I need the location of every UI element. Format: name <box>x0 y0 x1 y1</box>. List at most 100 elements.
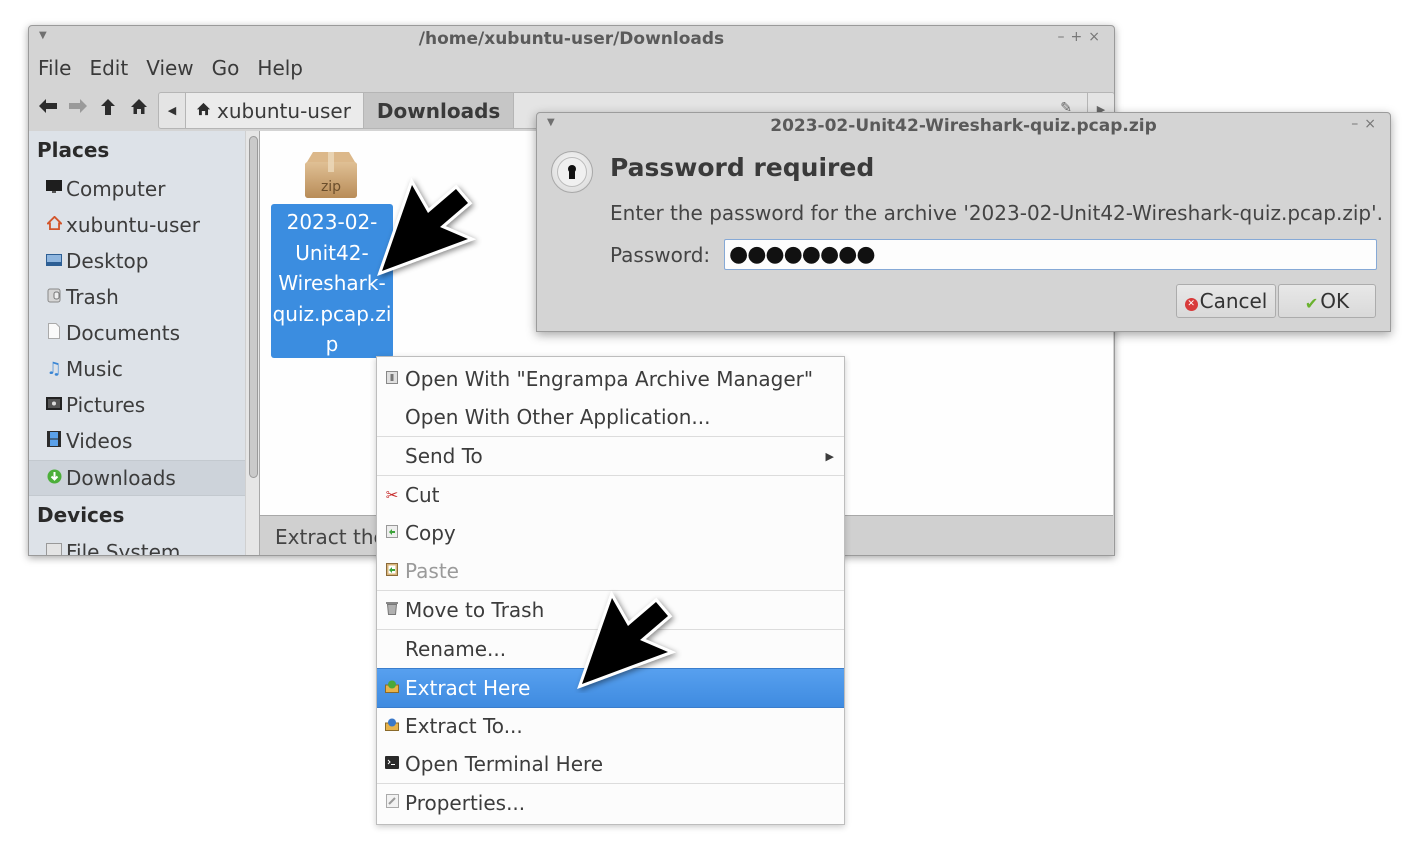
sidebar-item-file-system[interactable]: File System <box>29 535 245 555</box>
home-button[interactable] <box>130 98 148 120</box>
close-button[interactable]: × <box>1088 29 1106 45</box>
status-text: Extract the <box>275 525 386 549</box>
minimize-button[interactable]: – <box>1058 29 1071 45</box>
keyhole-icon-stem <box>569 170 575 179</box>
menu-item-label: Properties... <box>405 791 526 815</box>
copy-icon <box>384 524 400 542</box>
window-controls: –+× <box>1058 29 1106 45</box>
annotation-arrow-icon <box>577 590 677 690</box>
sidebar-item-videos[interactable]: Videos <box>29 424 245 458</box>
menu-item-properties[interactable]: Properties... <box>377 784 844 822</box>
pictures-icon <box>44 396 64 414</box>
sidebar-item-label: File System <box>66 540 181 555</box>
dialog-heading: Password required <box>610 153 875 182</box>
menu-item-open-with-other[interactable]: Open With Other Application... <box>377 398 844 436</box>
arrow-right-icon <box>69 99 87 113</box>
menu-item-label: Open With Other Application... <box>405 405 711 429</box>
sidebar-item-trash[interactable]: Trash <box>29 280 245 314</box>
arrow-up-icon <box>101 99 115 115</box>
file-name-line: p <box>325 332 339 356</box>
window-title: /home/xubuntu-user/Downloads <box>418 29 725 49</box>
password-dialog: ▼ 2023-02-Unit42-Wireshark-quiz.pcap.zip… <box>536 112 1391 332</box>
path-scroll-left-button[interactable]: ◀ <box>159 93 186 128</box>
devices-header: Devices <box>37 503 125 527</box>
sidebar-item-home[interactable]: xubuntu-user <box>29 208 245 242</box>
menu-item-extract-to[interactable]: Extract To... <box>377 707 844 745</box>
home-folder-icon <box>44 215 64 234</box>
close-button[interactable]: × <box>1364 116 1382 132</box>
terminal-icon <box>384 755 400 773</box>
sidebar-item-desktop[interactable]: Desktop <box>29 244 245 278</box>
menu-item-label: Move to Trash <box>405 598 545 622</box>
dialog-title: 2023-02-Unit42-Wireshark-quiz.pcap.zip <box>770 116 1157 136</box>
sidebar: Places Computer xubuntu-user Desktop Tra… <box>29 131 245 555</box>
extract-icon <box>384 680 400 697</box>
menu-item-label: Rename... <box>405 637 507 661</box>
maximize-button[interactable]: + <box>1071 29 1089 45</box>
sidebar-item-downloads[interactable]: Downloads <box>29 460 245 496</box>
minimize-button[interactable]: – <box>1351 116 1364 132</box>
menu-item-send-to[interactable]: Send To ▶ <box>377 437 844 475</box>
menu-view[interactable]: View <box>137 54 202 84</box>
up-button[interactable] <box>100 98 116 121</box>
menu-item-paste[interactable]: Paste <box>377 552 844 590</box>
breadcrumb-current[interactable]: Downloads <box>363 93 515 128</box>
places-header: Places <box>37 138 110 162</box>
sidebar-scrollbar-thumb[interactable] <box>249 136 258 478</box>
menu-edit[interactable]: Edit <box>80 54 137 84</box>
downloads-icon <box>44 469 64 488</box>
music-icon: ♫ <box>46 359 62 379</box>
breadcrumb-home-label: xubuntu-user <box>217 98 351 123</box>
menu-item-copy[interactable]: Copy <box>377 514 844 552</box>
videos-icon <box>44 431 64 451</box>
back-button[interactable] <box>38 98 58 119</box>
document-icon <box>44 323 64 343</box>
sidebar-item-label: Documents <box>66 321 181 345</box>
drive-icon <box>44 543 64 555</box>
password-input[interactable]: ●●●●●●●● <box>724 239 1377 270</box>
menu-item-cut[interactable]: ✂ Cut <box>377 476 844 514</box>
lock-icon <box>551 151 593 193</box>
menubar: File Edit View Go Help <box>29 54 312 84</box>
menu-item-open-terminal[interactable]: Open Terminal Here <box>377 745 844 783</box>
breadcrumb-home[interactable]: xubuntu-user <box>186 93 364 128</box>
menu-help[interactable]: Help <box>248 54 312 84</box>
trash-icon <box>384 601 400 619</box>
menu-item-label: Send To <box>405 444 483 468</box>
sidebar-item-computer[interactable]: Computer <box>29 172 245 206</box>
sidebar-scrollbar[interactable] <box>245 131 260 555</box>
annotation-arrow-icon <box>377 177 477 277</box>
lock-icon-inner <box>557 157 587 187</box>
zip-archive-icon: zip <box>303 150 359 200</box>
home-icon <box>196 102 211 120</box>
sidebar-item-pictures[interactable]: Pictures <box>29 388 245 422</box>
window-controls: –× <box>1351 116 1382 132</box>
checkmark-icon: ✔ <box>1304 293 1319 313</box>
menu-item-label: Cut <box>405 483 440 507</box>
archive-manager-icon <box>384 370 400 388</box>
arrow-left-icon <box>39 99 57 113</box>
menu-item-label: Copy <box>405 521 456 545</box>
sidebar-item-label: xubuntu-user <box>66 213 200 237</box>
cancel-button[interactable]: ✕ Cancel <box>1176 284 1276 318</box>
menu-file[interactable]: File <box>29 54 80 84</box>
menu-item-label: Extract To... <box>405 714 523 738</box>
menu-item-label: Open Terminal Here <box>405 752 604 776</box>
sidebar-item-label: Computer <box>66 177 166 201</box>
trash-icon <box>44 287 64 307</box>
ok-label: OK <box>1320 289 1350 313</box>
ok-button[interactable]: ✔ OK <box>1278 284 1376 318</box>
menu-go[interactable]: Go <box>203 54 249 84</box>
menu-item-open-with-engrampa[interactable]: Open With "Engrampa Archive Manager" <box>377 360 844 398</box>
menu-item-label: Open With "Engrampa Archive Manager" <box>405 367 814 391</box>
forward-button[interactable] <box>68 98 88 119</box>
sidebar-item-documents[interactable]: Documents <box>29 316 245 350</box>
sidebar-item-music[interactable]: ♫ Music <box>29 352 245 386</box>
submenu-arrow-icon: ▶ <box>825 449 834 463</box>
title-bar[interactable]: ▼ /home/xubuntu-user/Downloads –+× <box>29 26 1114 52</box>
zip-badge: zip <box>321 179 341 195</box>
dialog-message: Enter the password for the archive '2023… <box>610 201 1383 225</box>
desktop-icon <box>44 252 64 270</box>
sidebar-item-label: Desktop <box>66 249 149 273</box>
menu-item-label: Paste <box>405 559 459 583</box>
